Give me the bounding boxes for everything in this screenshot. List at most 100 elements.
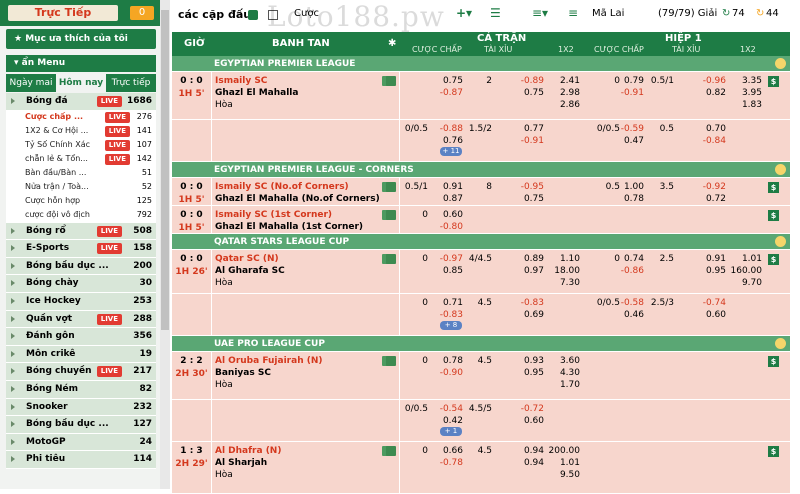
odds-value[interactable]: 4.30 (546, 367, 580, 379)
sport-item[interactable]: Bóng đá LIVE 1686 (6, 93, 156, 111)
odds-value[interactable]: -0.74 (682, 297, 726, 309)
odds-value[interactable]: -0.80 (427, 221, 463, 233)
odds-value[interactable]: -0.59 (612, 123, 644, 135)
odds-value[interactable]: 0.76 (427, 135, 463, 147)
sport-item[interactable]: E-Sports LIVE 158 (6, 240, 156, 258)
odds-value[interactable]: 3.60 (546, 355, 580, 367)
market-item[interactable]: Tỷ Số Chính Xác LIVE 107 (6, 138, 156, 153)
sport-item[interactable]: MotoGP 24 (6, 433, 156, 452)
sport-item[interactable]: Ice Hockey 253 (6, 292, 156, 311)
away-team[interactable]: Ghazl El Mahalla (1st Corner) (215, 221, 399, 233)
odds-value[interactable]: -0.54 (427, 403, 463, 415)
expand-icon[interactable] (11, 350, 17, 357)
star-add-icon[interactable] (386, 446, 396, 456)
odds-value[interactable]: 9.70 (724, 277, 762, 289)
odds-value[interactable]: 200.00 (546, 445, 581, 457)
league-select[interactable]: Mã Lai (592, 8, 624, 19)
expand-icon[interactable] (11, 333, 17, 340)
collapse-icon[interactable] (775, 58, 786, 69)
odds-value[interactable]: 0.94 (502, 445, 544, 457)
odds-value[interactable]: 1.01 (546, 457, 580, 469)
odds-value[interactable]: 0.78 (612, 193, 644, 205)
away-team[interactable]: Baniyas SC (215, 367, 399, 379)
odds-value[interactable]: 0 (402, 209, 428, 221)
odds-value[interactable]: 0.77 (502, 123, 544, 135)
menu-icon[interactable]: ≡ (568, 6, 578, 20)
odds-value[interactable]: 0.66 (427, 445, 463, 457)
tab-today[interactable]: Hôm nay (56, 74, 106, 92)
odds-value[interactable]: -0.91 (502, 135, 544, 147)
odds-value[interactable]: 2.98 (546, 87, 580, 99)
odds-value[interactable]: 0.85 (427, 265, 463, 277)
expand-icon[interactable] (11, 280, 17, 287)
sidebar-scrollbar[interactable] (160, 0, 170, 489)
bet-icon[interactable]: $ (768, 254, 779, 265)
expand-icon[interactable] (11, 245, 17, 252)
odds-value[interactable]: -0.83 (502, 297, 544, 309)
odds-value[interactable]: 1.5/2 (466, 123, 492, 135)
odds-value[interactable]: 4.5 (466, 297, 492, 309)
odds-value[interactable]: -0.89 (502, 75, 544, 87)
odds-value[interactable]: 0.69 (502, 309, 544, 321)
odds-value[interactable]: 0 (402, 297, 428, 309)
live-button[interactable]: Trực Tiếp (8, 5, 118, 21)
odds-value[interactable]: 3.5 (648, 181, 674, 193)
odds-value[interactable]: 0 (402, 355, 428, 367)
odds-value[interactable]: 0.95 (502, 367, 544, 379)
odds-value[interactable]: 0 (402, 445, 428, 457)
odds-value[interactable]: 0.42 (427, 415, 463, 427)
odds-value[interactable]: 0.47 (612, 135, 644, 147)
odds-value[interactable]: 2.86 (546, 99, 580, 111)
star-add-icon[interactable] (386, 356, 396, 366)
odds-value[interactable]: -0.83 (427, 309, 463, 321)
odds-value[interactable]: 0.79 (612, 75, 644, 87)
away-team[interactable]: Al Sharjah (215, 457, 399, 469)
odds-value[interactable]: 18.00 (546, 265, 580, 277)
star-add-icon[interactable] (386, 76, 396, 86)
odds-value[interactable]: 4.5/5 (466, 403, 492, 415)
home-team[interactable]: Al Oruba Fujairah (N) (215, 355, 399, 367)
sport-item[interactable]: Snooker 232 (6, 398, 156, 417)
odds-value[interactable]: 0.74 (612, 253, 644, 265)
bet-icon[interactable]: $ (768, 182, 779, 193)
odds-value[interactable]: 0.91 (427, 181, 463, 193)
odds-value[interactable]: 0.5 (648, 123, 674, 135)
odds-value[interactable]: 0.97 (502, 265, 544, 277)
odds-value[interactable]: -0.86 (612, 265, 644, 277)
odds-value[interactable]: 0.46 (612, 309, 644, 321)
bet-icon[interactable]: $ (768, 446, 779, 457)
star-add-icon[interactable] (386, 254, 396, 264)
market-item[interactable]: Bàn đầu/Bàn ... 51 (6, 166, 156, 181)
odds-value[interactable]: 0.72 (682, 193, 726, 205)
odds-value[interactable]: 3.35 (724, 75, 762, 87)
away-team[interactable]: Al Gharafa SC (215, 265, 399, 277)
odds-value[interactable]: 0.93 (502, 355, 544, 367)
odds-value[interactable]: -0.72 (502, 403, 544, 415)
odds-value[interactable]: 0/0.5 (402, 123, 428, 135)
market-item[interactable]: 1X2 & Cơ Hội ... LIVE 141 (6, 124, 156, 139)
odds-value[interactable]: 3.95 (724, 87, 762, 99)
tab-live[interactable]: Trực tiếp (106, 74, 156, 92)
odds-value[interactable]: 0.5/1 (648, 75, 674, 87)
odds-value[interactable]: 0.60 (427, 209, 463, 221)
bet-icon[interactable]: $ (768, 76, 779, 87)
sport-item[interactable]: Quần vợt LIVE 288 (6, 310, 156, 329)
sport-item[interactable]: Bóng chuyền LIVE 217 (6, 363, 156, 381)
odds-value[interactable]: 0.75 (502, 87, 544, 99)
odds-value[interactable]: -0.91 (612, 87, 644, 99)
odds-value[interactable]: 0.75 (502, 193, 544, 205)
home-team[interactable]: Ismaily SC (No.of Corners) (215, 181, 399, 193)
odds-value[interactable]: 0 (402, 253, 428, 265)
hide-menu-button[interactable]: ▾ ẩn Menu (6, 55, 156, 72)
odds-value[interactable]: 1.83 (724, 99, 762, 111)
odds-value[interactable]: 2.41 (546, 75, 580, 87)
odds-value[interactable]: 1.00 (612, 181, 644, 193)
more-odds-button[interactable]: + 11 (440, 147, 462, 156)
star-add-icon[interactable] (386, 182, 396, 192)
expand-icon[interactable] (11, 385, 17, 392)
sport-item[interactable]: Bóng Ném 82 (6, 380, 156, 399)
expand-icon[interactable] (11, 262, 17, 269)
odds-value[interactable]: 0.89 (502, 253, 544, 265)
odds-value[interactable]: -0.84 (682, 135, 726, 147)
bet-icon[interactable]: $ (768, 356, 779, 367)
